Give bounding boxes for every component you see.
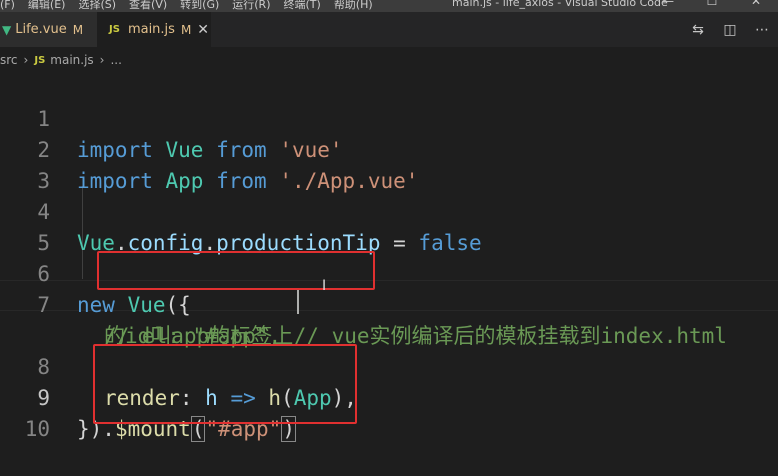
menu-edit[interactable]: 编辑(E) [28,0,66,11]
code-line: 4 Vue.config.productionTip = false [0,166,778,255]
menu-help[interactable]: 帮助(H) [334,0,373,11]
chevron-right-icon: › [99,53,105,67]
window-title: main.js - life_axios - Visual Studio Cod… [452,0,668,9]
annotation-box [97,251,375,290]
menu-selection[interactable]: 选择(S) [78,0,116,11]
modified-badge: M [180,22,192,37]
close-tab-icon[interactable]: ✕ [197,22,209,38]
menu-bar: (F) 编辑(E) 选择(S) 查看(V) 转到(G) 运行(R) 终端(T) 帮助(H) [0,0,386,12]
more-actions-icon[interactable]: ⋯ [746,22,778,38]
code-line: 2 import App from './App.vue' [0,104,778,193]
breadcrumb-file[interactable]: main.js [50,53,93,67]
tab-label: Life.vue [15,22,67,37]
menu-run[interactable]: 运行(R) [232,0,270,11]
chevron-right-icon: › [23,53,29,67]
tab-label: main.js [127,22,175,37]
code-line: 3 [0,135,778,193]
title-bar: (F) 编辑(E) 选择(S) 查看(V) 转到(G) 运行(R) 终端(T) 帮助(H) m… [0,0,778,12]
menu-terminal[interactable]: 终端(T) [284,0,321,11]
text-cursor [297,290,299,314]
line-number: 10 [24,417,50,441]
window-controls: — ☐ ✕ [646,0,778,8]
editor-actions: ⇆ ◫ ⋯ [682,12,778,47]
menu-go[interactable]: 转到(G) [180,0,219,11]
menu-file[interactable]: (F) [0,0,15,11]
maximize-icon[interactable]: ☐ [690,0,734,8]
js-icon: JS [109,24,120,35]
code-line: 1 import Vue from 'vue' [0,73,778,162]
tab-bar: ▼ Life.vue M JS main.js M ✕ ⇆ ◫ ⋯ [0,12,778,47]
vue-icon: ▼ [2,22,12,37]
code-line: 5 [0,197,778,255]
split-editor-icon[interactable]: ◫ [714,22,746,38]
breadcrumb: src › JS main.js › ... [0,49,122,71]
breadcrumb-symbol[interactable]: ... [110,53,121,67]
menu-view[interactable]: 查看(V) [129,0,167,11]
tab-life-vue[interactable]: ▼ Life.vue M [0,12,97,47]
open-changes-icon[interactable]: ⇆ [682,22,714,38]
annotation-box [93,344,357,424]
modified-badge: M [72,22,84,37]
tab-main-js[interactable]: JS main.js M ✕ [97,12,211,47]
breadcrumb-folder[interactable]: src [0,53,18,67]
code-line-wrapped: 的id叫app的标签上 [0,290,778,348]
js-icon: JS [34,54,46,66]
close-window-icon[interactable]: ✕ [734,0,778,8]
minimize-icon[interactable]: — [646,0,690,8]
mouse-ibeam-icon: I [322,278,327,294]
